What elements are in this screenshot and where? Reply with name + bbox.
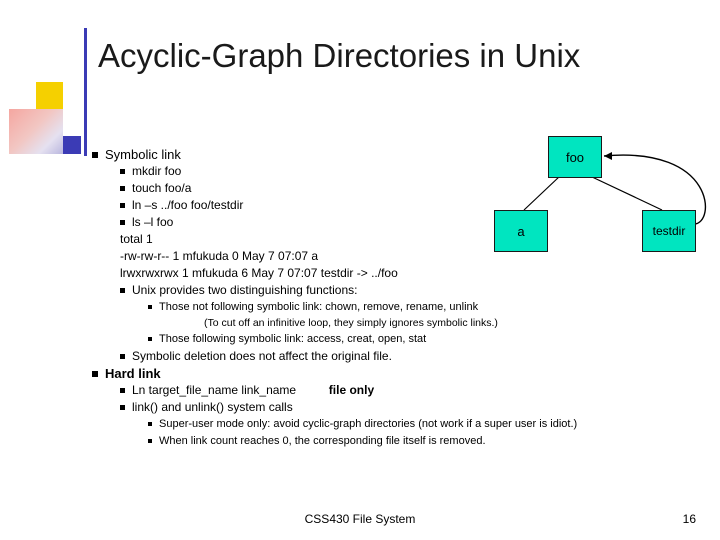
bullet-label: When link count reaches 0, the correspon… — [159, 435, 486, 447]
bullet-symbolic-deletion: Symbolic deletion does not affect the or… — [120, 348, 702, 365]
slide: Acyclic-Graph Directories in Unix foo a … — [0, 0, 720, 540]
bullet-symbolic-link: Symbolic link — [92, 146, 702, 163]
listing-line-total: total 1 — [120, 232, 153, 246]
bullet-label: Symbolic link — [105, 147, 181, 162]
bullet-label: Hard link — [105, 366, 161, 381]
square-bullet-icon — [92, 152, 98, 158]
square-bullet-icon — [148, 337, 152, 341]
decoration-gradient-block — [9, 109, 63, 154]
file-only-tag: file only — [328, 383, 375, 397]
bullet-command-ln: ln –s ../foo foo/testdir — [120, 197, 702, 214]
slide-title: Acyclic-Graph Directories in Unix — [98, 37, 581, 74]
bullet-label: mkdir foo — [132, 164, 182, 178]
bullet-unix-functions: Unix provides two distinguishing functio… — [120, 282, 702, 299]
bullet-link-count-note: When link count reaches 0, the correspon… — [148, 433, 702, 450]
bullet-label: Symbolic deletion does not affect the or… — [132, 349, 392, 363]
square-bullet-icon — [120, 220, 125, 225]
bullet-label: link() and unlink() system calls — [132, 400, 293, 414]
bullet-label: Those not following symbolic link: chown… — [159, 301, 479, 313]
square-bullet-icon — [120, 203, 125, 208]
bullet-command-ls: ls –l foo — [120, 214, 702, 231]
bullet-label-wrapper: Ln target_file_name link_name file only — [132, 382, 702, 399]
bullet-not-following-link: Those not following symbolic link: chown… — [148, 299, 702, 316]
bullet-ln-command: Ln target_file_name link_name file only — [120, 382, 702, 399]
square-bullet-icon — [120, 186, 125, 191]
footer-page-number: 16 — [682, 512, 696, 526]
bullet-hard-link: Hard link — [92, 365, 702, 382]
bullet-label: Ln target_file_name link_name — [132, 383, 297, 397]
square-bullet-icon — [120, 169, 125, 174]
square-bullet-icon — [120, 288, 125, 293]
bullet-link-unlink: link() and unlink() system calls — [120, 399, 702, 416]
bullet-label: ln –s ../foo foo/testdir — [132, 198, 244, 212]
decoration-yellow-square — [36, 82, 63, 109]
decoration-vertical-line — [84, 28, 87, 156]
bullet-label: Unix provides two distinguishing functio… — [132, 283, 358, 297]
bullet-command-mkdir: mkdir foo — [120, 163, 702, 180]
bullet-label: ls –l foo — [132, 215, 174, 229]
square-bullet-icon — [92, 371, 98, 377]
bullet-label: Those following symbolic link: access, c… — [159, 333, 427, 345]
bullet-command-touch: touch foo/a — [120, 180, 702, 197]
listing-line-testdir: lrwxrwxrwx 1 mfukuda 6 May 7 07:07 testd… — [120, 266, 398, 280]
square-bullet-icon — [148, 439, 152, 443]
bullet-label: touch foo/a — [132, 181, 192, 195]
listing-line-file-a: -rw-rw-r-- 1 mfukuda 0 May 7 07:07 a — [120, 249, 319, 263]
decoration-blue-square — [63, 136, 81, 154]
footer-title: CSS430 File System — [304, 512, 416, 526]
bullet-super-user-note: Super-user mode only: avoid cyclic-graph… — [148, 416, 702, 433]
square-bullet-icon — [120, 405, 125, 410]
square-bullet-icon — [120, 388, 125, 393]
square-bullet-icon — [148, 305, 152, 309]
loop-note: (To cut off an infinitive loop, they sim… — [204, 317, 498, 329]
square-bullet-icon — [120, 354, 125, 359]
bullet-following-link: Those following symbolic link: access, c… — [148, 331, 702, 348]
slide-body: Symbolic link mkdir foo touch foo/a ln –… — [92, 146, 702, 450]
square-bullet-icon — [148, 422, 152, 426]
bullet-label: Super-user mode only: avoid cyclic-graph… — [159, 418, 578, 430]
